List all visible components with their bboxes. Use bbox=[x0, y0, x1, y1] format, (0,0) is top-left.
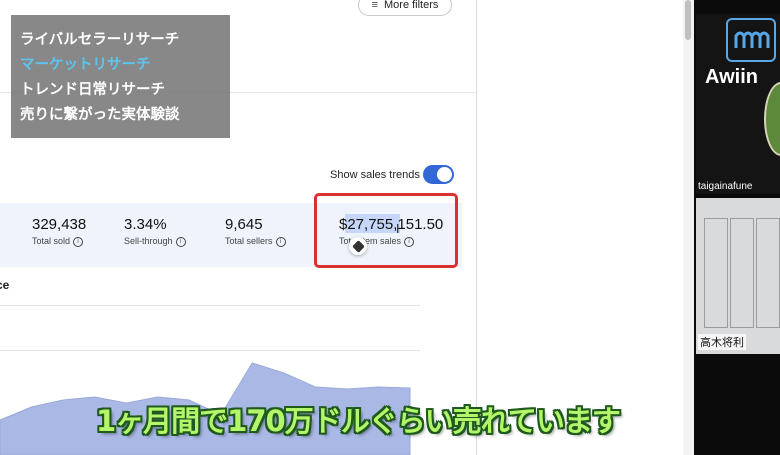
info-icon[interactable]: i bbox=[73, 236, 84, 247]
participant-name: taigainafune bbox=[698, 181, 753, 192]
cursor-badge-icon bbox=[349, 237, 367, 255]
stat-sell-through-value: 3.34% bbox=[124, 216, 167, 233]
more-filters-label: More filters bbox=[384, 0, 439, 11]
stat-total-sellers-value: 9,645 bbox=[225, 216, 263, 233]
divider bbox=[476, 0, 477, 455]
stat-total-sellers-label: Total sellers i bbox=[225, 236, 286, 247]
caption-subtitle: 1ヶ月間で170万ドルぐらい売れています bbox=[96, 404, 621, 438]
logo-text: Awiin bbox=[705, 66, 758, 88]
gridline bbox=[0, 305, 420, 306]
filter-icon: ≡ bbox=[371, 0, 378, 11]
section-title: ce bbox=[0, 278, 10, 292]
toggle-knob bbox=[437, 167, 452, 182]
sales-trends-label: Show sales trends bbox=[330, 169, 420, 181]
scrollbar-thumb[interactable] bbox=[685, 0, 691, 40]
more-filters-button[interactable]: ≡ More filters bbox=[358, 0, 452, 16]
highlight-annotation bbox=[314, 193, 458, 268]
video-tile bbox=[696, 198, 780, 354]
text-cursor-icon: I bbox=[396, 222, 400, 236]
info-icon[interactable]: i bbox=[275, 236, 286, 247]
sales-trends-toggle[interactable] bbox=[423, 165, 454, 184]
topic-item-trend-research: トレンド日常リサーチ bbox=[20, 82, 165, 98]
right-panel bbox=[477, 0, 683, 455]
topic-item-market-research: マーケットリサーチ bbox=[20, 57, 151, 73]
topic-item-rival-research: ライバルセラーリサーチ bbox=[20, 32, 180, 48]
topic-item-experience: 売りに繋がった実体験談 bbox=[20, 107, 180, 123]
logo-icon bbox=[726, 18, 776, 62]
stat-total-sold-value: 329,438 bbox=[32, 216, 87, 233]
scrollbar[interactable] bbox=[683, 0, 693, 455]
info-icon[interactable]: i bbox=[175, 236, 186, 247]
stat-total-sold-label: Total sold i bbox=[32, 236, 84, 247]
participant-name: 高木将利 bbox=[698, 334, 746, 350]
stat-sell-through-label: Sell-through i bbox=[124, 236, 186, 247]
